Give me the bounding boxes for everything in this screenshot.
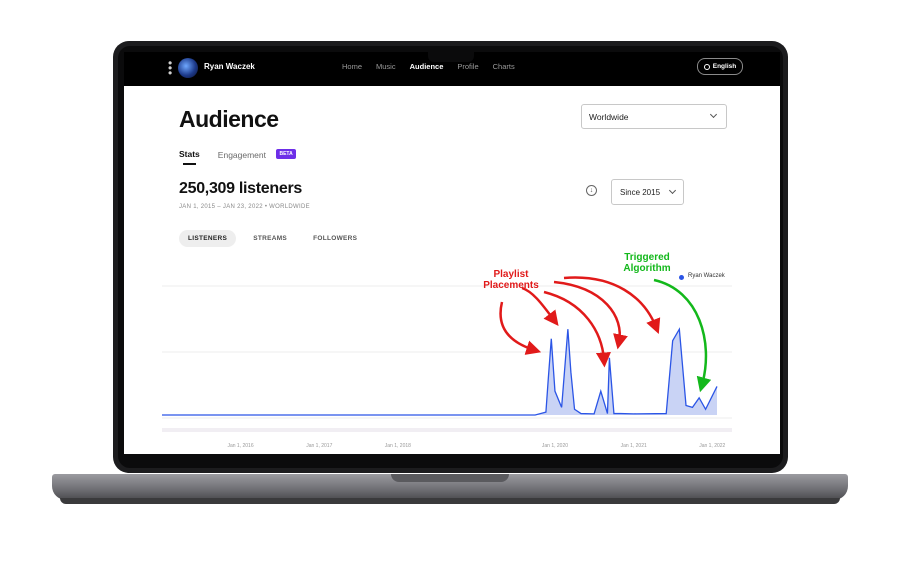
avatar[interactable] <box>178 58 198 78</box>
beta-badge: BETA <box>276 148 296 159</box>
date-range: JAN 1, 2015 – JAN 23, 2022 • WORLDWIDE <box>179 204 310 210</box>
annotation-algo-line1: Triggered <box>624 252 670 263</box>
x-tick-label: Jan 1, 2017 <box>306 443 332 449</box>
x-tick-label: Jan 1, 2020 <box>542 443 568 449</box>
chevron-down-icon <box>668 186 677 195</box>
x-tick-label: Jan 1, 2021 <box>621 443 647 449</box>
more-menu-icon[interactable]: • • • <box>168 57 172 79</box>
nav-music[interactable]: Music <box>376 62 396 71</box>
pill-followers[interactable]: FOLLOWERS <box>304 230 366 247</box>
tab-engagement[interactable]: Engagement <box>218 150 266 160</box>
since-select-value: Since 2015 <box>620 187 661 197</box>
x-tick-label: Jan 1, 2016 <box>227 443 253 449</box>
artist-name[interactable]: Ryan Waczek <box>204 62 255 71</box>
tabs: Stats Engagement BETA <box>179 145 296 165</box>
annotation-playlist-line2: Placements <box>483 280 539 291</box>
laptop-base-groove <box>391 474 509 482</box>
tab-engagement-wrap: Engagement BETA <box>218 145 296 163</box>
chevron-down-icon <box>709 110 718 119</box>
page-title: Audience <box>179 106 279 132</box>
globe-icon <box>703 63 710 70</box>
annotation-playlist: Playlist Placements <box>466 269 556 291</box>
region-select[interactable]: Worldwide <box>581 104 727 129</box>
language-label: English <box>712 63 737 70</box>
tab-stats[interactable]: Stats <box>179 149 200 165</box>
series-area <box>162 329 717 415</box>
annotation-algorithm: Triggered Algorithm <box>609 252 685 274</box>
nav-audience[interactable]: Audience <box>410 62 444 71</box>
listeners-count: 250,309 listeners <box>179 180 302 197</box>
chart-scroll-strip <box>162 428 732 432</box>
x-tick-label: Jan 1, 2022 <box>699 443 725 449</box>
camera-notch <box>428 52 474 62</box>
pill-listeners[interactable]: LISTENERS <box>179 230 237 247</box>
legend-label: Ryan Waczek <box>688 273 725 279</box>
pill-streams[interactable]: STREAMS <box>244 230 296 247</box>
nav-profile[interactable]: Profile <box>457 62 478 71</box>
download-icon[interactable]: ↓ <box>586 185 597 196</box>
legend-dot <box>679 275 684 280</box>
since-select[interactable]: Since 2015 <box>611 179 684 205</box>
region-select-value: Worldwide <box>589 111 629 122</box>
screen: • • • Ryan Waczek Home Music Audience Prof… <box>124 52 780 454</box>
nav-charts[interactable]: Charts <box>493 62 515 71</box>
listeners-chart: Jan 1, 2016 Jan 1, 2017 Jan 1, 2018 Jan 1, … <box>162 285 732 449</box>
series-line <box>162 327 718 416</box>
annotation-playlist-line1: Playlist <box>493 269 529 280</box>
laptop-shadow <box>60 498 840 504</box>
nav-home[interactable]: Home <box>342 62 362 71</box>
annotation-algo-line2: Algorithm <box>623 263 671 274</box>
nav-links: Home Music Audience Profile Charts <box>342 62 515 71</box>
metric-pills: LISTENERS STREAMS FOLLOWERS <box>179 230 366 247</box>
language-button[interactable]: English <box>697 58 743 75</box>
x-tick-label: Jan 1, 2018 <box>385 443 411 449</box>
